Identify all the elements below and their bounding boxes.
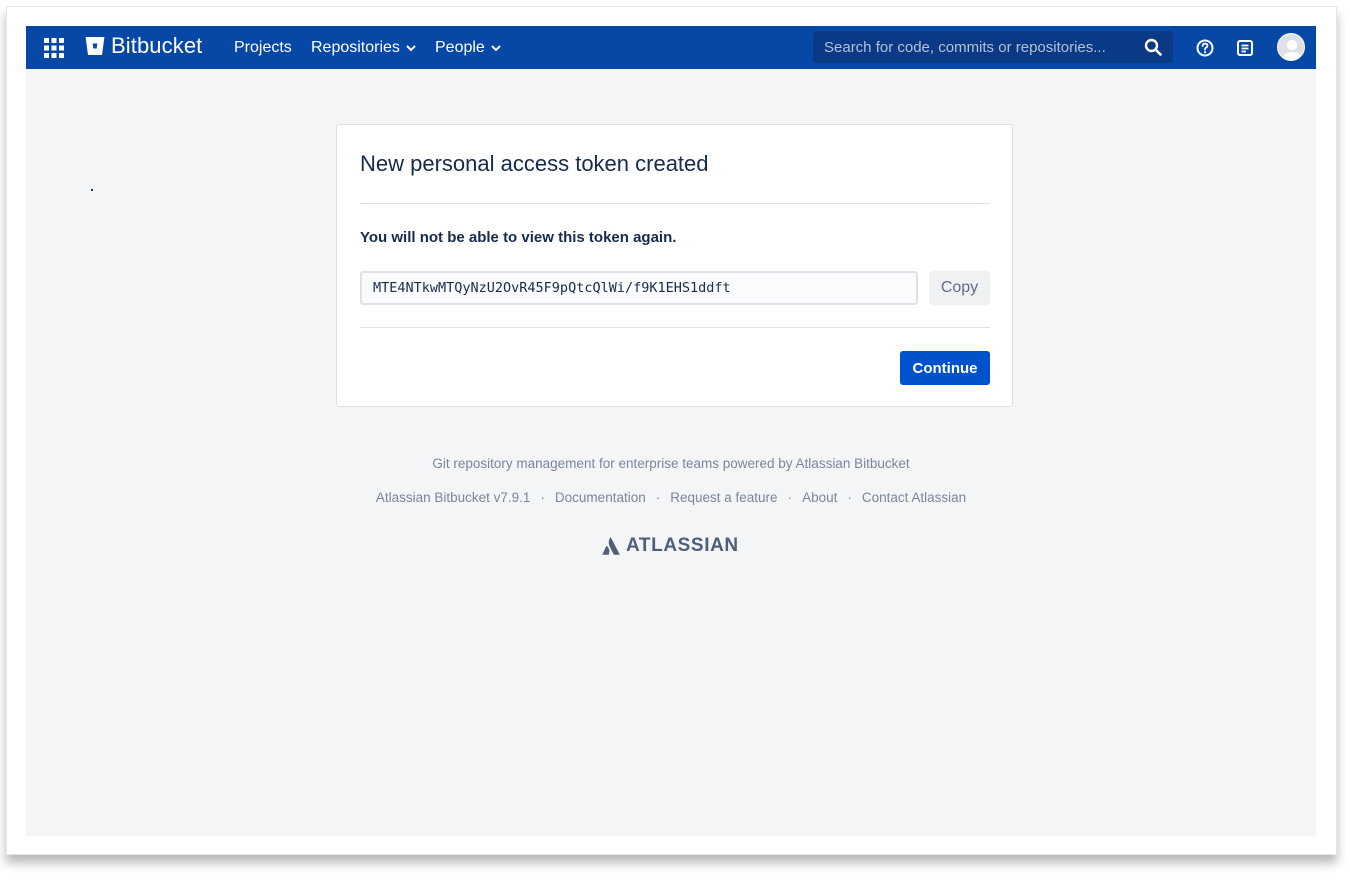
footer-separator: · xyxy=(787,490,793,505)
footer-documentation-link[interactable]: Documentation xyxy=(555,490,646,505)
footer-separator: · xyxy=(655,490,661,505)
bitbucket-logo-icon xyxy=(85,37,105,55)
nav-repositories-label: Repositories xyxy=(311,38,400,56)
footer-about-link[interactable]: About xyxy=(802,490,837,505)
token-field[interactable] xyxy=(360,271,918,305)
chevron-down-icon xyxy=(406,44,416,51)
search-box xyxy=(813,31,1173,63)
chevron-down-icon xyxy=(491,44,501,51)
avatar-icon xyxy=(1278,34,1304,60)
atlassian-wordmark: ATLASSIAN xyxy=(626,535,739,556)
footer-separator: · xyxy=(847,490,852,505)
footer-contact-link[interactable]: Contact Atlassian xyxy=(862,490,966,505)
nav-people[interactable]: People xyxy=(435,26,501,69)
search-input[interactable] xyxy=(824,32,1134,62)
dialog-title: New personal access token created xyxy=(360,151,709,176)
atlassian-logo[interactable]: ATLASSIAN xyxy=(602,535,739,557)
footer-tagline: Git repository management for enterprise… xyxy=(432,456,910,471)
divider xyxy=(360,327,990,328)
footer-version-link[interactable]: Atlassian Bitbucket v7.9.1 xyxy=(376,490,531,505)
atlassian-logo-icon xyxy=(602,537,620,555)
search-icon[interactable] xyxy=(1144,38,1162,56)
token-created-dialog: New personal access token created You wi… xyxy=(336,124,1013,407)
top-navigation-bar: Bitbucket Projects Repositories People xyxy=(26,26,1316,69)
bitbucket-app: Bitbucket Projects Repositories People S… xyxy=(26,26,1316,836)
copy-button[interactable]: Copy xyxy=(929,271,990,305)
whats-new-icon[interactable] xyxy=(1235,38,1255,58)
continue-button[interactable]: Continue xyxy=(900,351,990,385)
bitbucket-logo[interactable]: Bitbucket xyxy=(85,33,202,59)
apps-grid-icon[interactable] xyxy=(44,38,64,58)
divider xyxy=(360,203,990,204)
nav-repositories[interactable]: Repositories xyxy=(311,26,416,69)
speck xyxy=(91,189,93,191)
nav-projects[interactable]: Projects xyxy=(234,26,292,69)
user-avatar[interactable] xyxy=(1277,33,1305,61)
nav-people-label: People xyxy=(435,38,485,56)
footer-request-feature-link[interactable]: Request a feature xyxy=(670,490,777,505)
help-icon[interactable] xyxy=(1195,38,1215,58)
token-warning-text: You will not be able to view this token … xyxy=(360,229,677,246)
footer-separator: · xyxy=(540,490,545,505)
footer-links: Atlassian Bitbucket v7.9.1 · Documentati… xyxy=(26,490,1316,505)
brand-name: Bitbucket xyxy=(111,33,203,58)
nav-projects-label: Projects xyxy=(234,38,292,56)
